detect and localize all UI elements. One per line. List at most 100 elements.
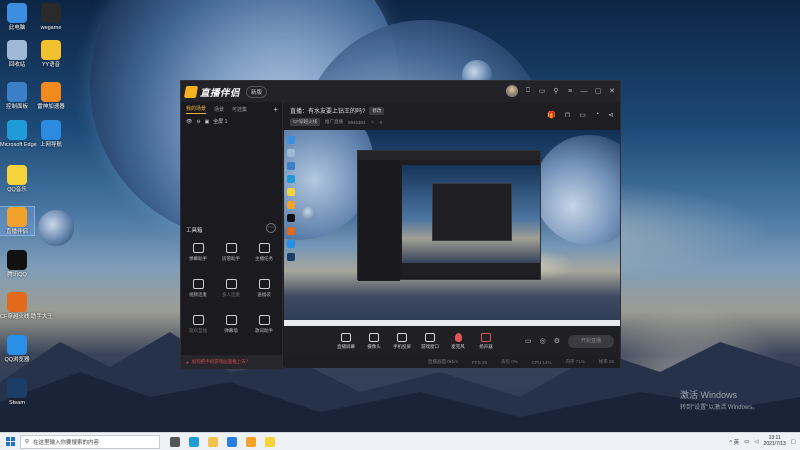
share-icon[interactable]: ⋖	[608, 111, 614, 119]
minimize-button[interactable]: —	[580, 88, 588, 95]
desktop-icon-edge[interactable]: Microsoft Edge	[0, 120, 37, 148]
edit-title-button[interactable]: 修改	[369, 106, 385, 115]
scene-item[interactable]: 👁 ⊖ ▣ 全屏 1	[181, 116, 282, 127]
tool-icon	[192, 315, 204, 325]
add-scene-button[interactable]: +	[273, 105, 278, 114]
nested-titlebar	[358, 151, 540, 160]
bell-icon[interactable]: ◔	[595, 111, 599, 119]
desktop-icon-tencent-qq[interactable]: 腾讯QQ	[0, 250, 34, 278]
control-label: 手机投屏	[393, 343, 411, 349]
taskbar-file-explorer-icon[interactable]	[208, 436, 218, 447]
help-notice[interactable]: ● 如何把手机游戏画面推上去？	[181, 355, 282, 369]
tool-item[interactable]: 歌词助手	[249, 315, 279, 334]
tool-item[interactable]: 送福袋	[249, 279, 279, 298]
nested-app-preview	[357, 150, 541, 281]
desktop-icon-qq-music[interactable]: QQ音乐	[0, 165, 34, 193]
gift-icon[interactable]: 🎁	[547, 111, 556, 119]
nested-inner-window	[432, 183, 512, 241]
category-tag[interactable]: CF穿越火线	[290, 118, 320, 126]
taskbar-qq-music-icon[interactable]	[265, 436, 275, 447]
maximize-button[interactable]: ▢	[594, 87, 602, 95]
wallpaper-moon-small	[38, 210, 74, 246]
windows-taskbar: ⚲ 在这里输入你要搜索的内容 ^ 英 ▭ ◁ 13:11 2021/7/13 ▢	[0, 432, 800, 450]
desktop-icon-cf-helper[interactable]: CF穿越火线 助手大王	[0, 292, 53, 320]
window-control-0[interactable]: ⎕	[524, 87, 532, 95]
stream-preview[interactable]	[284, 130, 620, 326]
tool-item[interactable]: 弹幕墙	[216, 315, 246, 334]
tab-optional[interactable]: 可选集	[232, 106, 247, 113]
preview-planet-icon	[534, 135, 620, 245]
taskbar-task-view-icon[interactable]	[170, 436, 180, 447]
lock-icon[interactable]: ⊖	[196, 119, 200, 125]
close-button[interactable]: ✕	[608, 87, 616, 95]
window-controls: ⎕ ▭ ⚲ ≡ — ▢ ✕	[506, 85, 616, 97]
desktop-icon-this-pc[interactable]: 此电脑	[0, 3, 34, 31]
tool-label: 弹幕助手	[189, 256, 207, 261]
desktop-icon-thunder-accelerator[interactable]: 雷神加速器	[34, 82, 68, 110]
user-avatar[interactable]	[506, 85, 518, 97]
tool-label: 弹幕墙	[224, 328, 238, 333]
version-badge[interactable]: 新版	[246, 85, 268, 98]
tool-item[interactable]: 视频连麦	[183, 279, 213, 298]
record-icon[interactable]: ▭	[525, 337, 532, 345]
tab-my-scenes[interactable]: 我的场景	[186, 105, 207, 114]
screen-source-button[interactable]: 直播屏幕	[332, 332, 360, 350]
tool-label: 视频连麦	[189, 292, 207, 297]
windows-logo-icon	[5, 437, 15, 446]
tool-item[interactable]: 多人连麦	[216, 279, 246, 298]
warning-icon: ●	[186, 359, 189, 365]
desktop-icon-live-companion[interactable]: 直播伴侣	[0, 205, 35, 237]
taskbar-store-icon[interactable]	[227, 436, 237, 447]
notification-icon[interactable]: ▢	[791, 439, 796, 445]
live-companion-icon	[7, 207, 27, 227]
desktop-icon-web-nav[interactable]: 上网导航	[34, 120, 68, 148]
clock-date: 2021/7/13	[763, 440, 786, 447]
preview-icon	[287, 162, 295, 170]
tool-item[interactable]: 房管助手	[216, 243, 246, 262]
volume-icon[interactable]: ◁	[754, 439, 758, 445]
window-source-button[interactable]: 游戏窗口	[416, 332, 444, 350]
menu-icon[interactable]: ≡	[566, 88, 574, 95]
tool-item[interactable]: 主播任务	[249, 243, 279, 262]
tool-item[interactable]: 弹幕助手	[183, 243, 213, 262]
preview-icon	[287, 214, 295, 222]
desktop-icon-control-panel[interactable]: 控制面板	[0, 82, 34, 110]
speaker-source-button[interactable]: 扬声器	[472, 332, 500, 350]
settings-gear-icon[interactable]: ⚙	[554, 337, 560, 345]
camera-source-button[interactable]: 摄像头	[360, 332, 388, 350]
preview-toggle-icon[interactable]: ◎	[540, 337, 546, 345]
status-item: 内存 71%	[565, 359, 585, 364]
network-icon[interactable]: ▭	[744, 439, 749, 445]
taskbar-search[interactable]: ⚲ 在这里输入你要搜索的内容	[20, 434, 160, 449]
share-screen-icon[interactable]: ▭	[579, 111, 586, 119]
nested-preview	[402, 165, 540, 263]
edge-icon	[7, 120, 27, 140]
desktop-icon-label: CF穿越火线 助手大王	[0, 314, 53, 320]
desktop-icon-recycle-bin[interactable]: 回收站	[0, 40, 34, 68]
eye-icon[interactable]: 👁	[186, 119, 192, 125]
clock[interactable]: 13:11 2021/7/13	[763, 435, 786, 447]
desktop-icon-yy-voice[interactable]: YY语音	[34, 40, 68, 68]
window-control-1[interactable]: ▭	[538, 87, 546, 95]
nested-controlbar	[402, 264, 540, 276]
desktop-icon-wegame[interactable]: wegame	[34, 3, 68, 31]
unlock-icon[interactable]: ⊓	[565, 111, 570, 119]
start-button[interactable]	[0, 433, 20, 450]
tray-icons[interactable]: ^ 英	[730, 438, 740, 446]
source-controlbar: 直播屏幕 摄像头 手机投屏 游戏窗口 麦克风 扬声器 ▭ ◎ ⚙ 开始直播	[284, 326, 620, 356]
tab-scenes[interactable]: 场景	[214, 106, 224, 113]
phone-source-button[interactable]: 手机投屏	[388, 332, 416, 350]
tool-item[interactable]: 观众互动	[183, 315, 213, 334]
taskbar-live-companion-icon[interactable]	[246, 436, 256, 447]
mic-source-button[interactable]: 麦克风	[444, 332, 472, 350]
toolbox-settings-icon[interactable]: ⋯	[266, 223, 276, 233]
controlbar-right: ▭ ◎ ⚙ 开始直播	[525, 334, 614, 348]
preview-icon	[287, 253, 295, 261]
desktop-icon-qq-browser[interactable]: QQ浏览器	[0, 335, 34, 363]
control-label: 麦克风	[451, 343, 465, 349]
taskbar-edge-icon[interactable]	[189, 436, 199, 447]
window-control-2[interactable]: ⚲	[552, 87, 560, 95]
start-live-button[interactable]: 开始直播	[568, 334, 614, 348]
desktop-icon-steam[interactable]: Steam	[0, 378, 34, 406]
desktop-icon-label: YY语音	[41, 62, 61, 68]
